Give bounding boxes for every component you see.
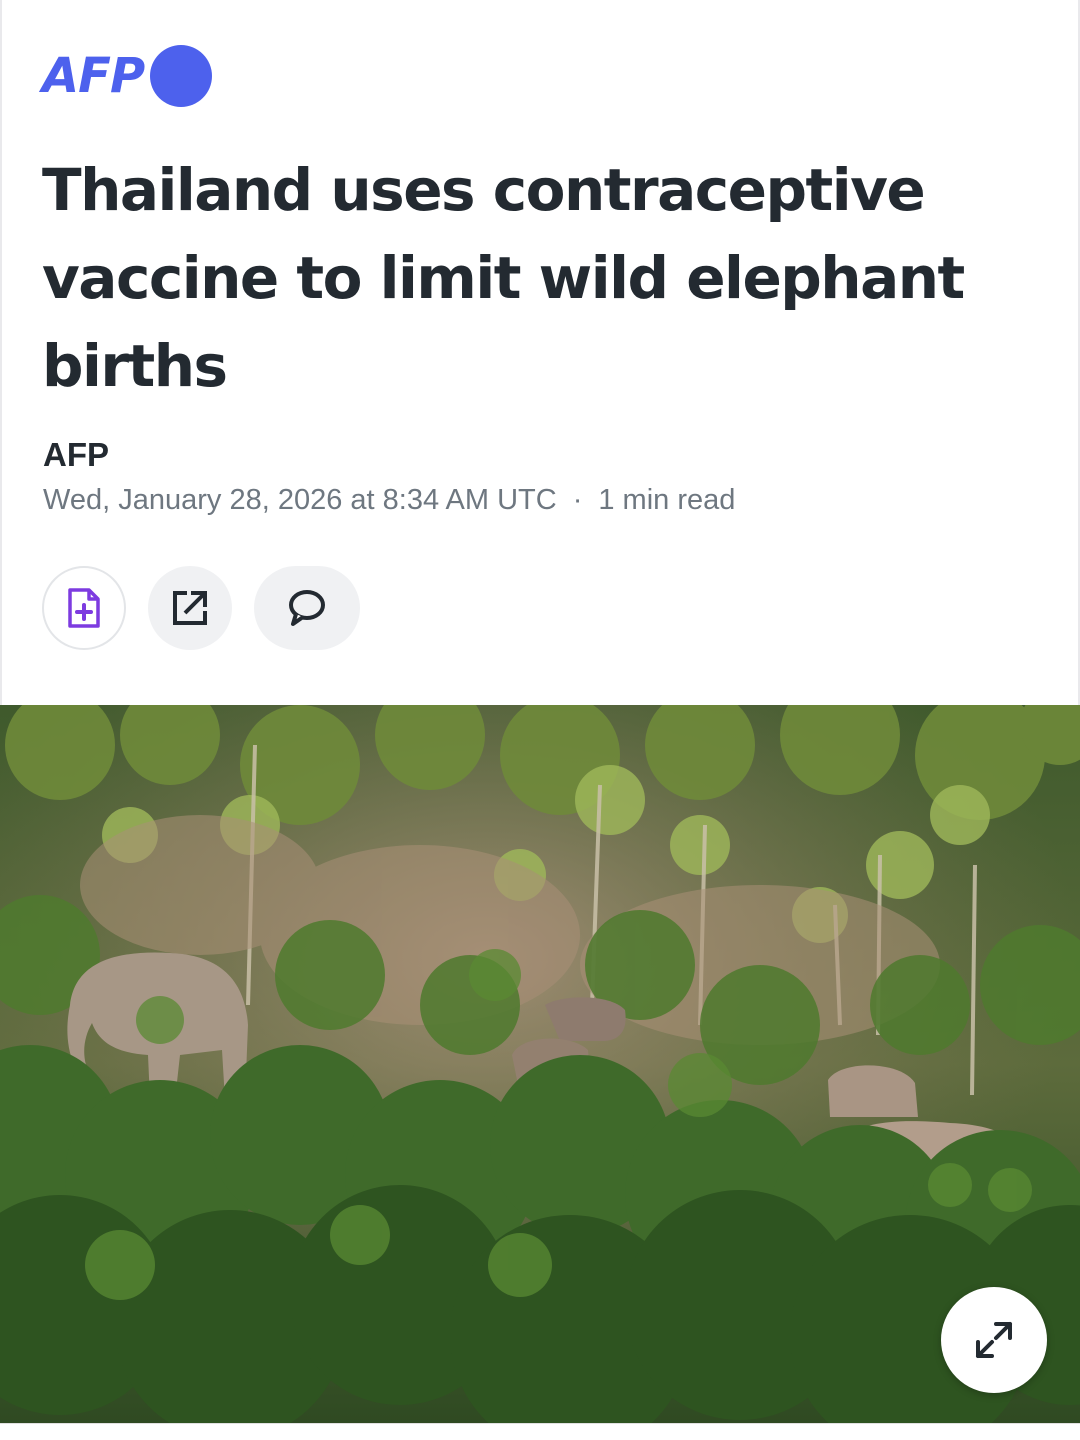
elephants-forest-photo bbox=[0, 705, 1080, 1423]
share-button[interactable] bbox=[148, 566, 232, 650]
save-article-button[interactable] bbox=[42, 566, 126, 650]
speech-bubble-icon bbox=[289, 590, 325, 626]
afp-logo[interactable]: AFP bbox=[42, 44, 213, 108]
comments-button[interactable] bbox=[254, 566, 360, 650]
article-actions bbox=[42, 566, 360, 650]
hero-image[interactable] bbox=[0, 705, 1080, 1423]
article-headline: Thailand uses contraceptive vaccine to l… bbox=[42, 156, 965, 400]
expand-arrows-icon bbox=[976, 1322, 1012, 1358]
external-share-icon bbox=[173, 591, 207, 625]
publish-date: Wed, January 28, 2026 at 8:34 AM UTC bbox=[43, 484, 557, 516]
logo-text: AFP bbox=[42, 48, 145, 104]
page-edge-left bbox=[0, 0, 2, 705]
logo-dot-icon bbox=[150, 45, 213, 107]
meta-separator: · bbox=[572, 484, 583, 516]
expand-image-button[interactable] bbox=[941, 1287, 1047, 1393]
article-meta: Wed, January 28, 2026 at 8:34 AM UTC · 1… bbox=[43, 484, 735, 517]
bottom-divider bbox=[0, 1423, 1080, 1440]
add-document-icon bbox=[68, 588, 100, 628]
article-author[interactable]: AFP bbox=[43, 436, 109, 474]
read-time: 1 min read bbox=[598, 484, 736, 516]
